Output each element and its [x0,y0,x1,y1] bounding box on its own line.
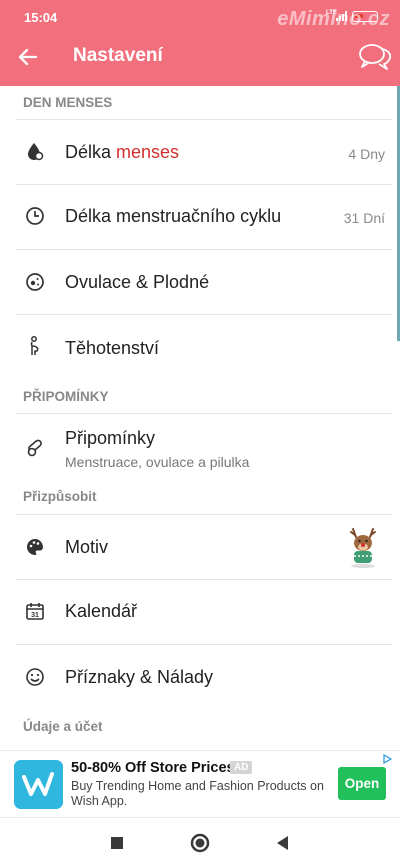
setting-pregnancy[interactable]: Těhotenství [0,315,400,379]
ad-banner[interactable]: 50-80% Off Store Prices AD Buy Trending … [0,750,400,818]
page-title: Nastavení [73,45,163,66]
arrow-left-icon[interactable] [16,45,40,69]
cycle-length-value: 31 Dní [343,210,385,226]
smiley-icon [26,668,44,686]
chat-bubbles-icon[interactable] [358,42,392,72]
setting-theme[interactable]: Motiv [0,515,400,579]
section-header-menses: DEN MENSES [23,95,113,110]
ad-body: Buy Trending Home and Fashion Products o… [71,779,324,808]
stop-icon[interactable] [106,832,128,854]
reminders-subtitle: Menstruace, ovulace a pilulka [65,454,250,470]
clock-icon [26,207,44,225]
setting-reminders[interactable]: Připomínky Menstruace, ovulace a pilulka [0,414,400,485]
reindeer-theme-icon [350,528,376,568]
wish-logo-icon [14,760,63,809]
drop-icon [28,143,44,161]
section-header-reminders: PŘIPOMÍNKY [23,389,109,404]
section-header-customize: Přizpůsobit [23,489,97,504]
period-length-label: Délka menses [65,142,180,162]
status-time: 15:04 [24,10,58,25]
setting-period-length[interactable]: Délka menses 4 Dny [0,120,400,184]
egg-cell-icon [26,273,44,291]
symptoms-label: Příznaky & Nálady [65,667,214,687]
period-length-value: 4 Dny [348,146,385,162]
ad-headline: 50-80% Off Store Prices [71,760,235,776]
setting-ovulation[interactable]: Ovulace & Plodné [0,250,400,314]
ovulation-label: Ovulace & Plodné [65,272,210,292]
home-icon[interactable] [189,832,211,854]
back-triangle-icon[interactable] [272,832,294,854]
theme-label: Motiv [65,537,109,557]
system-nav-bar [0,818,400,867]
setting-cycle-length[interactable]: Délka menstruačního cyklu 31 Dní [0,185,400,249]
section-header-account: Údaje a účet [23,719,103,734]
setting-calendar[interactable]: 31 Kalendář [0,580,400,644]
pill-icon [27,439,42,457]
pregnancy-label: Těhotenství [65,338,160,358]
setting-symptoms[interactable]: Příznaky & Nálady [0,645,400,709]
reminders-label: Připomínky [65,428,156,448]
app-bar: Nastavení [0,28,400,86]
status-bar: 15:04 LTE eMimino.cz [0,0,400,30]
pregnant-icon [30,336,39,355]
calendar-label: Kalendář [65,601,138,621]
calendar-icon-day: 31 [31,612,39,619]
settings-list: DEN MENSES Délka menses 4 Dny Délka mens… [0,86,400,750]
cycle-length-label: Délka menstruačního cyklu [65,206,282,226]
ad-open-button[interactable]: Open [338,767,386,800]
palette-icon [27,539,43,555]
calendar-icon: 31 [26,603,44,620]
adchoices-icon[interactable] [382,754,392,764]
ad-tag: AD [230,761,253,774]
